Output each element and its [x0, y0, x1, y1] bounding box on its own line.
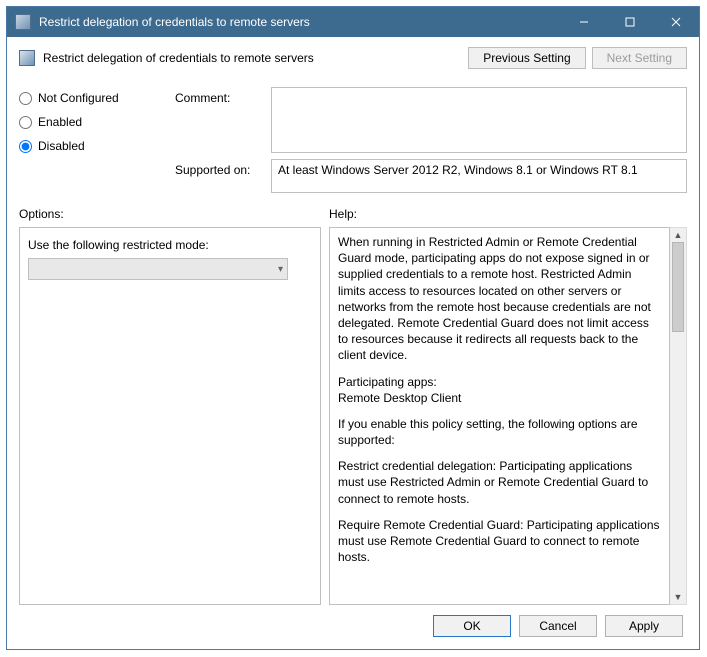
minimize-button[interactable] — [561, 7, 607, 37]
radio-enabled-input[interactable] — [19, 116, 32, 129]
help-section-label: Help: — [329, 207, 357, 221]
help-text: Require Remote Credential Guard: Partici… — [338, 517, 661, 566]
restricted-mode-select[interactable] — [28, 258, 288, 280]
comment-input[interactable] — [271, 87, 687, 153]
help-panel: When running in Restricted Admin or Remo… — [329, 227, 670, 605]
restricted-mode-label: Use the following restricted mode: — [28, 238, 312, 252]
apply-button[interactable]: Apply — [605, 615, 683, 637]
dialog-content: Restrict delegation of credentials to re… — [7, 37, 699, 649]
help-text: Restrict credential delegation: Particip… — [338, 458, 661, 507]
help-text: If you enable this policy setting, the f… — [338, 416, 661, 448]
setting-name: Restrict delegation of credentials to re… — [43, 51, 462, 65]
radio-disabled-label: Disabled — [38, 139, 85, 153]
state-radio-group: Not Configured Enabled Disabled — [19, 87, 169, 153]
supported-on-label: Supported on: — [175, 159, 265, 177]
radio-enabled-label: Enabled — [38, 115, 82, 129]
minimize-icon — [579, 17, 589, 27]
help-scrollbar[interactable]: ▲ ▼ — [670, 227, 687, 605]
setting-icon — [19, 50, 35, 66]
app-icon — [15, 14, 31, 30]
maximize-icon — [625, 17, 635, 27]
radio-enabled[interactable]: Enabled — [19, 115, 169, 129]
maximize-button[interactable] — [607, 7, 653, 37]
close-icon — [671, 17, 681, 27]
radio-not-configured-label: Not Configured — [38, 91, 119, 105]
scroll-thumb[interactable] — [672, 242, 684, 332]
dialog-buttons: OK Cancel Apply — [19, 605, 687, 639]
radio-disabled[interactable]: Disabled — [19, 139, 169, 153]
cancel-button[interactable]: Cancel — [519, 615, 597, 637]
titlebar: Restrict delegation of credentials to re… — [7, 7, 699, 37]
radio-disabled-input[interactable] — [19, 140, 32, 153]
supported-on-text: At least Windows Server 2012 R2, Windows… — [271, 159, 687, 193]
close-button[interactable] — [653, 7, 699, 37]
options-section-label: Options: — [19, 207, 329, 221]
previous-setting-button[interactable]: Previous Setting — [468, 47, 585, 69]
radio-not-configured-input[interactable] — [19, 92, 32, 105]
scroll-up-icon: ▲ — [674, 230, 683, 240]
options-panel: Use the following restricted mode: — [19, 227, 321, 605]
help-text: When running in Restricted Admin or Remo… — [338, 234, 661, 364]
help-text: Participating apps: Remote Desktop Clien… — [338, 374, 661, 406]
help-panel-container: When running in Restricted Admin or Remo… — [329, 227, 687, 605]
ok-button[interactable]: OK — [433, 615, 511, 637]
scroll-down-icon: ▼ — [674, 592, 683, 602]
window-title: Restrict delegation of credentials to re… — [39, 15, 561, 29]
gpedit-setting-dialog: Restrict delegation of credentials to re… — [6, 6, 700, 650]
radio-not-configured[interactable]: Not Configured — [19, 91, 169, 105]
next-setting-button[interactable]: Next Setting — [592, 47, 687, 69]
comment-label: Comment: — [175, 87, 265, 105]
